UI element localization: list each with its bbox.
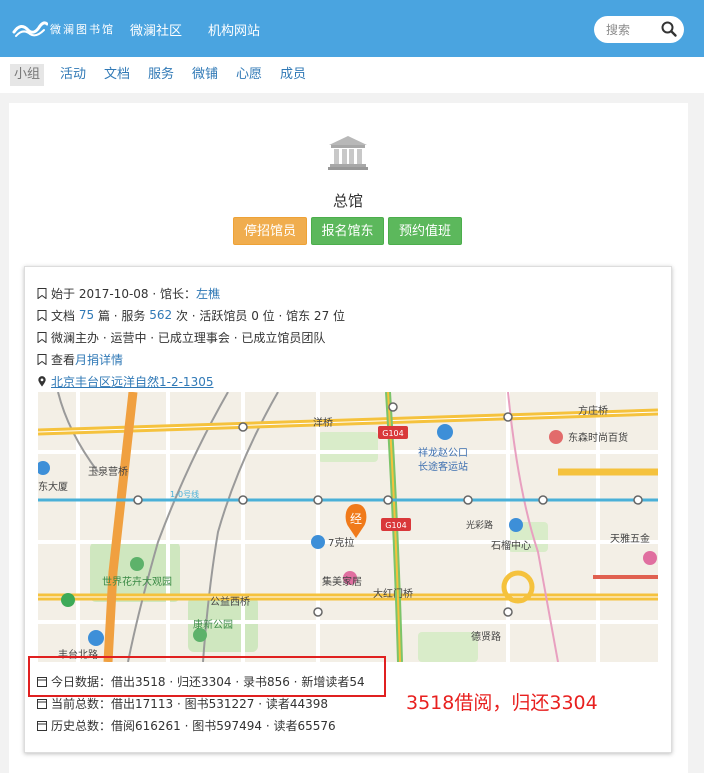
docs-mid-text: 篇 · 服务 [97, 308, 146, 323]
map-label: 1-0号线 [170, 489, 199, 499]
search-icon[interactable] [660, 20, 678, 38]
tab-wishes[interactable]: 心愿 [232, 64, 266, 86]
address-link[interactable]: 北京丰台区远洋自然1-2-1305 [51, 373, 213, 390]
curator-link[interactable]: 左樵 [196, 285, 220, 302]
map-label: 世界花卉大观园 [102, 575, 172, 588]
map-label: 德贤路 [471, 630, 501, 643]
search-box[interactable] [594, 16, 684, 43]
road-badge-label: G104 [382, 429, 403, 438]
bookmark-icon [37, 309, 47, 321]
service-count-link[interactable]: 562 [149, 308, 172, 322]
map-label: 方庄桥 [578, 404, 608, 417]
stats-row-history: 历史总数：借阅616261 · 图书597494 · 读者65576 [37, 716, 336, 734]
bookmark-icon [37, 287, 47, 299]
apply-host-button[interactable]: 报名馆东 [311, 217, 384, 245]
calendar-icon [37, 698, 47, 709]
map-label: 康新公园 [193, 618, 233, 631]
info-row-status: 微澜主办 · 运营中 · 已成立理事会 · 已成立馆员团队 [37, 328, 325, 346]
map-label: 光彩路 [466, 519, 493, 531]
status-text: 微澜主办 · 运营中 · 已成立理事会 · 已成立馆员团队 [51, 330, 326, 345]
site-logo[interactable]: 微澜图书馆 [12, 17, 122, 41]
bus-station-icon [88, 630, 104, 646]
docs-count-link[interactable]: 75 [79, 308, 94, 322]
map-label: 集美家居 [322, 575, 362, 588]
logo-text: 微澜图书馆 [50, 23, 115, 36]
tab-services[interactable]: 服务 [144, 64, 178, 86]
marker-label: 经 [350, 512, 362, 526]
map-label: 洋桥 [313, 416, 333, 429]
top-bar: 微澜图书馆 微澜社区 机构网站 [0, 0, 704, 57]
map-canvas: G104 G104 经 洋桥 方庄桥 大红门桥 公益西桥 玉泉营桥 1-0号线 … [38, 392, 658, 662]
map-label: 祥龙赵公口 [418, 446, 468, 459]
nav-link-org-site[interactable]: 机构网站 [208, 20, 260, 39]
info-row-founded: 始于 2017-10-08 · 馆长： 左樵 [37, 284, 220, 302]
map-label: 玉泉营桥 [88, 465, 128, 478]
group-subnav: 小组 活动 文档 服务 微铺 心愿 成员 [0, 57, 704, 93]
stop-recruiting-button[interactable]: 停招馆员 [233, 217, 307, 245]
parking-icon [61, 593, 75, 607]
info-row-address: 北京丰台区远洋自然1-2-1305 [37, 372, 213, 390]
building-icon [509, 518, 523, 532]
donation-details-link[interactable]: 月捐详情 [75, 351, 123, 368]
tab-documents[interactable]: 文档 [100, 64, 134, 86]
annotation-text: 3518借阅，归还3304 [406, 692, 598, 714]
docs-suffix-text: 次 · 活跃馆员 0 位 · 馆东 27 位 [175, 308, 346, 323]
tab-group[interactable]: 小组 [10, 64, 45, 86]
bookmark-icon [37, 353, 47, 365]
map-label: 东森时尚百货 [568, 431, 628, 444]
map-label: 东大厦 [38, 480, 68, 493]
map-label: 公益西桥 [210, 595, 250, 608]
hall-title: 总馆 [332, 192, 363, 210]
bookmark-icon [37, 331, 47, 343]
highlight-box [28, 656, 386, 697]
tab-members[interactable]: 成员 [276, 64, 310, 86]
location-map[interactable]: G104 G104 经 洋桥 方庄桥 大红门桥 公益西桥 玉泉营桥 1-0号线 … [38, 392, 658, 662]
docs-label: 文档 [51, 308, 76, 323]
wave-logo-icon [12, 21, 48, 37]
info-row-report: 查看 月捐详情 [37, 350, 123, 368]
map-label: 7克拉 [328, 536, 354, 549]
map-label: 天雅五金 [610, 532, 650, 545]
search-input[interactable] [606, 22, 662, 37]
tab-micro-shop[interactable]: 微铺 [188, 64, 222, 86]
map-label: 长途客运站 [418, 460, 468, 473]
report-prefix: 查看 [51, 352, 76, 367]
info-row-docs: 文档 75 篇 · 服务 562 次 · 活跃馆员 0 位 · 馆东 27 位 [37, 306, 345, 324]
map-label: 石榴中心 [491, 539, 531, 552]
shop-icon [643, 551, 657, 565]
park-icon [130, 557, 144, 571]
park-area [318, 432, 378, 462]
history-stats-text: 历史总数：借阅616261 · 图书597494 · 读者65576 [51, 718, 336, 733]
current-stats-text: 当前总数：借出17113 · 图书531227 · 读者44398 [51, 696, 329, 711]
map-marker-icon [38, 375, 46, 387]
library-building-icon [328, 136, 368, 170]
map-label: 大红门桥 [373, 587, 413, 600]
book-duty-button[interactable]: 预约值班 [388, 217, 462, 245]
road-badge-label: G104 [385, 521, 406, 530]
building-icon [311, 535, 325, 549]
tab-activities[interactable]: 活动 [56, 64, 90, 86]
calendar-icon [37, 720, 47, 731]
shopping-icon [549, 430, 563, 444]
park-area [418, 632, 478, 662]
nav-link-community[interactable]: 微澜社区 [130, 20, 182, 39]
bus-station-icon [437, 424, 453, 440]
founded-text: 始于 2017-10-08 · 馆长： [51, 286, 196, 301]
